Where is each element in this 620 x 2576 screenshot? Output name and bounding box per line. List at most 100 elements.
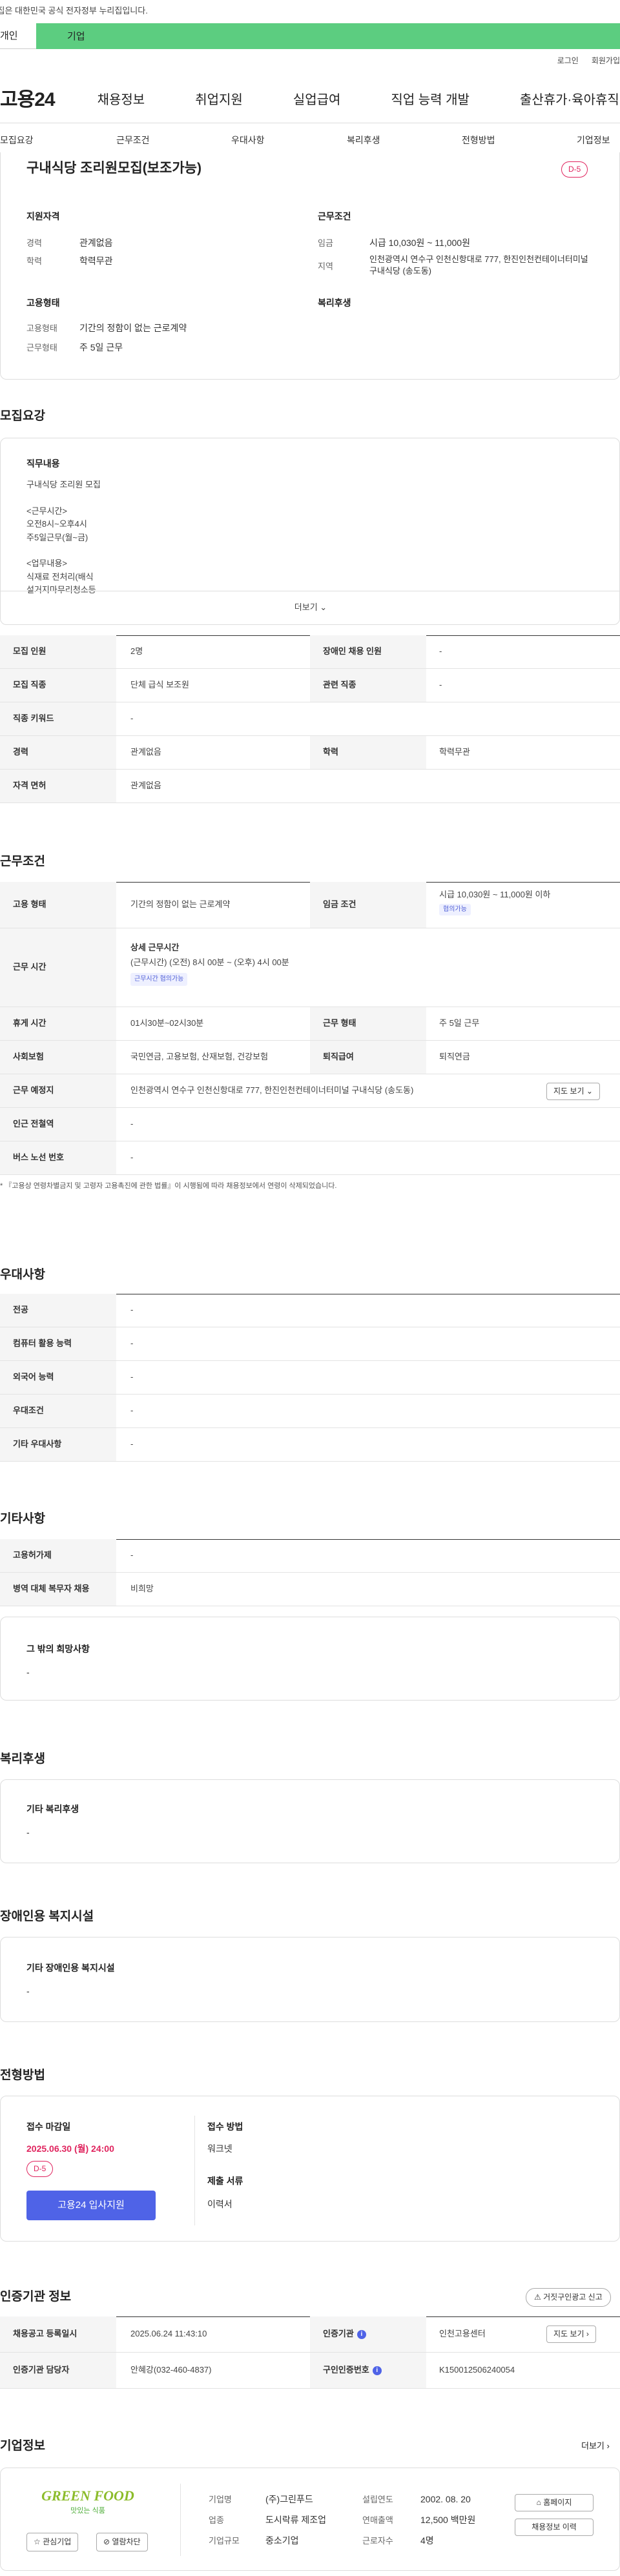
- table-row: 모집 인원 2명 장애인 채용 인원 -: [0, 635, 620, 669]
- bus-value: -: [130, 1152, 134, 1163]
- utility-links: 로그인 회원가입: [557, 56, 620, 66]
- info-icon[interactable]: i: [356, 2329, 366, 2339]
- screening-section-title: 전형방법: [0, 2069, 45, 2082]
- preference-section-title: 우대사항: [0, 1268, 45, 1282]
- anchor-company[interactable]: 기업정보: [577, 134, 610, 147]
- description-line: 식재료 전처리(배식: [26, 571, 94, 582]
- industry-label: 업종: [209, 2515, 224, 2525]
- welfare-card: 기타 복리후생 -: [0, 1779, 620, 1863]
- row-label: 직종 키워드: [0, 702, 116, 735]
- row-label: 관련 직종: [310, 669, 426, 702]
- age-notice: * 『고용상 연령차별금지 및 고령자 고용촉진에 관한 법률』이 시행됨에 따…: [0, 1182, 337, 1190]
- favorite-company-button[interactable]: ☆ 관심기업: [26, 2533, 79, 2551]
- more-button[interactable]: 더보기 ⌄: [1, 591, 620, 624]
- retirement-value: 퇴직연금: [439, 1052, 470, 1062]
- row-value: 단체 급식 보조원: [130, 680, 189, 690]
- signup-link[interactable]: 회원가입: [592, 56, 620, 66]
- row-label: 우대조건: [0, 1395, 116, 1427]
- row-label: 기타 우대사항: [0, 1428, 116, 1461]
- nav-parental-leave[interactable]: 출산휴가·육아휴직: [520, 91, 619, 109]
- table-row: 고용 형태 기간의 정함이 없는 근로계약 임금 조건 시급 10,030원 ~…: [0, 882, 620, 928]
- work-condition-heading: 근무조건: [318, 211, 351, 221]
- work-hours-value: (근무시간) (오전) 8시 00분 ~ (오후) 4시 00분: [130, 957, 289, 968]
- apply-button[interactable]: 고용24 입사지원: [26, 2191, 156, 2220]
- welfare-value: -: [26, 1827, 30, 1837]
- work-days-value: 주 5일 근무: [79, 342, 123, 353]
- login-link[interactable]: 로그인: [557, 56, 579, 66]
- dday-badge: D-5: [561, 161, 588, 178]
- career-value: 관계없음: [79, 238, 113, 248]
- posted-at-value: 2025.06.24 11:43:10: [130, 2329, 207, 2339]
- row-label: 외국어 능력: [0, 1361, 116, 1394]
- homepage-button[interactable]: ⌂ 홈페이지: [515, 2494, 594, 2511]
- description-line: [26, 544, 101, 557]
- row-label: 컴퓨터 활용 능력: [0, 1327, 116, 1360]
- anchor-recruit[interactable]: 모집요강: [0, 134, 34, 147]
- insurance-value: 국민연금, 고용보험, 산재보험, 건강보험: [130, 1052, 269, 1062]
- table-row: 컴퓨터 활용 능력 -: [0, 1327, 620, 1361]
- description-line: 주5일근무(월~금): [26, 532, 88, 542]
- other-wishes-value: -: [26, 1667, 30, 1677]
- report-button[interactable]: ⚠ 거짓구인광고 신고: [526, 2288, 611, 2307]
- subway-value: -: [130, 1119, 134, 1129]
- wage-condition-label: 임금 조건: [310, 882, 426, 928]
- wage-condition-value: 시급 10,030원 ~ 11,000원 이하: [439, 890, 551, 899]
- agency-section-title: 인증기관 정보: [0, 2290, 72, 2304]
- nav-employment-support[interactable]: 취업지원: [195, 91, 243, 109]
- nav-jobs[interactable]: 채용정보: [98, 91, 145, 109]
- education-value: 학력무관: [79, 256, 113, 266]
- table-row: 인근 전철역 -: [0, 1108, 620, 1141]
- agency-label: 인증기관: [323, 2329, 354, 2339]
- divider: [194, 2116, 195, 2225]
- employment-type-value: 기간의 정함이 없는 근로계약: [130, 899, 231, 910]
- tab-personal[interactable]: 개인: [0, 23, 36, 49]
- row-value: -: [439, 680, 442, 690]
- row-value: -: [439, 646, 442, 657]
- negotiable-tag: 협의가능: [439, 903, 471, 915]
- anchor-welfare[interactable]: 복리후생: [347, 134, 380, 147]
- job-history-button[interactable]: 채용정보 이력: [515, 2519, 594, 2536]
- nav-vocational-training[interactable]: 직업 능력 개발: [391, 91, 470, 109]
- home-icon: ⌂: [536, 2498, 541, 2507]
- agency-contact-value: 안혜강(032-460-4837): [130, 2365, 212, 2375]
- tab-personal-label: 개인: [0, 30, 18, 41]
- description-line: 오전8시~오후4시: [26, 519, 87, 529]
- map-view-label: 지도 보기: [553, 1087, 584, 1096]
- agency-map-button[interactable]: 지도 보기 ›: [546, 2326, 596, 2343]
- row-label: 모집 직종: [0, 669, 116, 702]
- table-row: 전공 -: [0, 1294, 620, 1327]
- anchor-screening[interactable]: 전형방법: [462, 134, 495, 147]
- nav-unemployment-benefit[interactable]: 실업급여: [293, 91, 341, 109]
- site-logo[interactable]: 고용24: [0, 87, 56, 114]
- retirement-label: 퇴직급여: [310, 1041, 426, 1074]
- founded-value: 2002. 08. 20: [420, 2494, 471, 2504]
- job-description-heading: 직무내용: [26, 458, 60, 469]
- cert-number-label: 구인인증번호: [323, 2365, 369, 2375]
- wage-label: 임금: [318, 238, 333, 248]
- career-label: 경력: [26, 238, 42, 248]
- row-value: 관계없음: [130, 781, 161, 791]
- info-icon[interactable]: i: [372, 2366, 382, 2375]
- sales-label: 연매출액: [362, 2515, 393, 2525]
- welfare-heading: 복리후생: [318, 298, 351, 308]
- row-value: 비희망: [130, 1584, 154, 1594]
- table-row: 기타 우대사항 -: [0, 1428, 620, 1462]
- table-row: 병역 대체 복무자 채용 비희망: [0, 1573, 620, 1606]
- report-label: 거짓구인광고 신고: [543, 2293, 603, 2302]
- row-label: 모집 인원: [0, 635, 116, 668]
- etc-section-title: 기타사항: [0, 1512, 45, 1526]
- posted-at-label: 채용공고 등록일시: [0, 2316, 116, 2352]
- deadline-value: 2025.06.30 (월) 24:00: [26, 2143, 114, 2154]
- anchor-preference[interactable]: 우대사항: [231, 134, 265, 147]
- anchor-conditions[interactable]: 근무조건: [116, 134, 150, 147]
- chevron-down-icon: ⌄: [586, 1087, 593, 1096]
- block-company-button[interactable]: ⊘ 열람차단: [96, 2533, 148, 2551]
- company-more-link[interactable]: 더보기 ›: [581, 2440, 610, 2452]
- chevron-right-icon: ›: [606, 2441, 610, 2451]
- row-label: 자격 면허: [0, 770, 116, 802]
- map-view-button[interactable]: 지도 보기 ⌄: [546, 1083, 600, 1100]
- table-row: 채용공고 등록일시 2025.06.24 11:43:10 인증기관 i 인천고용…: [0, 2316, 620, 2353]
- region-value: 인천광역시 연수구 인천신항대로 777, 한진인천컨테이너터미널 구내식당 (…: [369, 254, 588, 276]
- tab-company[interactable]: 기업: [36, 23, 620, 49]
- table-row: 외국어 능력 -: [0, 1361, 620, 1395]
